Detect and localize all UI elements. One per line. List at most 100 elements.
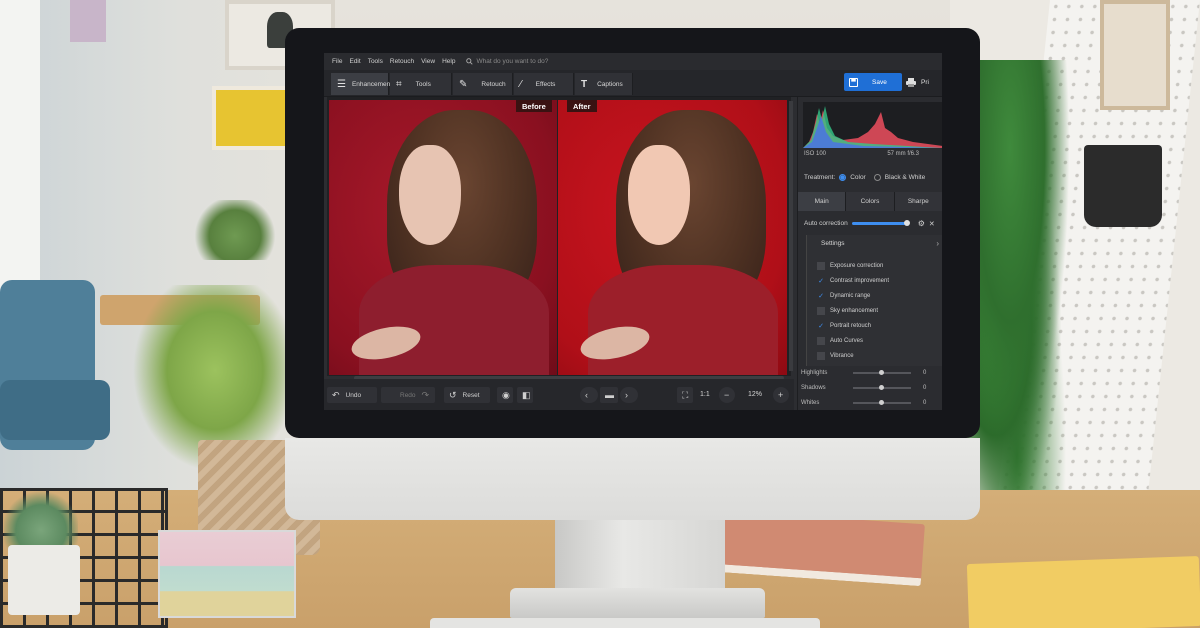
whites-value: 0 — [923, 400, 927, 406]
menu-view[interactable]: View — [421, 58, 435, 65]
next-photo-button[interactable]: › — [620, 387, 638, 403]
undo-button[interactable]: ↶ Undo — [327, 387, 377, 403]
zoom-in-button[interactable]: + — [773, 387, 789, 403]
succulent-pot — [8, 545, 80, 615]
menu-edit[interactable]: Edit — [349, 58, 360, 65]
setting-label: Portrait retouch — [830, 323, 872, 329]
menu-help[interactable]: Help — [442, 58, 455, 65]
tab-effects-label: Effects — [535, 80, 556, 88]
save-button[interactable]: Save — [844, 73, 902, 91]
tab-tools[interactable]: ⌗ Tools — [390, 73, 452, 95]
split-view-icon: ◧ — [522, 389, 531, 400]
setting-label: Contrast improvement — [830, 278, 890, 284]
plus-icon: + — [778, 390, 784, 400]
whites-label: Whites — [801, 400, 820, 406]
checkmark-icon[interactable]: ✓ — [817, 277, 825, 285]
bw-radio-label: Black & White — [884, 174, 926, 181]
tab-retouch-label: Retouch — [481, 80, 506, 88]
search-input[interactable]: What do you want to do? — [476, 58, 548, 65]
actual-size-button[interactable]: 1:1 — [700, 391, 710, 398]
photo-canvas[interactable]: Before After — [327, 97, 791, 376]
tab-main[interactable]: Main — [798, 192, 847, 211]
crop-icon: ⌗ — [396, 78, 402, 90]
open-folder-button[interactable]: ▬ — [600, 387, 618, 403]
tab-enhancement[interactable]: ☰ Enhancement — [331, 73, 392, 95]
print-label: Pri — [921, 78, 929, 86]
search-box[interactable]: What do you want to do? — [466, 58, 548, 65]
previous-photo-button[interactable]: ‹ — [580, 387, 598, 403]
text-icon: T — [581, 78, 588, 90]
setting-sky-enhancement[interactable]: Sky enhancement — [817, 307, 878, 315]
zoom-level: 12% — [748, 391, 763, 398]
main-toolbar: ☰ Enhancement ⌗ Tools ✎ Retouch ⁄ Effect… — [324, 70, 942, 97]
menu-retouch[interactable]: Retouch — [390, 58, 414, 65]
shadows-slider-row: Shadows 0 — [801, 385, 942, 391]
tab-effects[interactable]: ⁄ Effects — [514, 73, 574, 95]
menu-file[interactable]: File — [332, 58, 342, 65]
bottom-toolbar: ↶ Undo Redo ↷ ↺ Reset ◉ ◧ ‹ ▬ › ⛶ 1:1 − … — [324, 379, 794, 410]
hanging-pot — [1084, 145, 1162, 227]
auto-correction-label: Auto correction — [804, 220, 848, 227]
color-radio[interactable] — [839, 174, 847, 181]
print-button[interactable]: Pri — [906, 73, 929, 91]
zoom-out-button[interactable]: − — [719, 387, 735, 403]
bw-radio[interactable] — [873, 174, 881, 181]
checkmark-icon[interactable]: ✓ — [817, 322, 825, 330]
tab-sharpen[interactable]: Sharpe — [894, 192, 942, 211]
menu-tools[interactable]: Tools — [368, 58, 383, 65]
tab-captions-label: Captions — [597, 80, 623, 88]
fit-to-screen-button[interactable]: ⛶ — [677, 387, 693, 403]
sliders-icon: ☰ — [337, 78, 346, 90]
reset-button[interactable]: ↺ Reset — [444, 387, 490, 403]
fit-screen-icon: ⛶ — [682, 389, 689, 400]
magic-wand-icon: ⁄ — [520, 78, 522, 90]
blue-chair-seat — [0, 380, 110, 440]
setting-dynamic-range[interactable]: ✓ Dynamic range — [817, 292, 870, 300]
shadows-slider[interactable] — [853, 385, 911, 390]
close-icon[interactable]: ✕ — [929, 220, 935, 228]
after-photo — [558, 100, 787, 375]
preview-eye-button[interactable]: ◉ — [497, 387, 513, 403]
compare-split-button[interactable]: ◧ — [517, 387, 533, 403]
redo-icon: ↷ — [421, 389, 430, 400]
checkbox[interactable] — [817, 337, 825, 345]
adjustments-panel: ISO 100 57 mm f/6.3 Treatment: Color Bla… — [797, 97, 942, 410]
wall-note — [70, 0, 106, 42]
panel-tabs: Main Colors Sharpe — [798, 192, 942, 211]
highlights-slider-row: Highlights 0 — [801, 370, 942, 376]
save-label: Save — [872, 78, 887, 86]
gear-icon[interactable]: ⚙ — [918, 219, 925, 228]
portrait-sweater — [588, 265, 778, 375]
setting-portrait-retouch[interactable]: ✓ Portrait retouch — [817, 322, 871, 330]
histogram — [803, 102, 942, 148]
tab-retouch[interactable]: ✎ Retouch — [453, 73, 513, 95]
chevron-right-icon[interactable]: › — [936, 239, 939, 248]
tab-colors[interactable]: Colors — [846, 192, 895, 211]
setting-auto-curves[interactable]: Auto Curves — [817, 337, 863, 345]
checkbox[interactable] — [817, 262, 825, 270]
whites-slider-row: Whites 0 — [801, 400, 942, 406]
whites-slider[interactable] — [853, 400, 911, 405]
yellow-wall-sign — [212, 86, 290, 150]
histogram-graph — [803, 106, 942, 148]
before-photo — [329, 100, 557, 375]
redo-button[interactable]: Redo ↷ — [381, 387, 435, 403]
checkbox[interactable] — [817, 307, 825, 315]
lens-value: 57 mm f/6.3 — [887, 151, 919, 157]
setting-label: Sky enhancement — [830, 308, 879, 314]
shelf-plant — [190, 200, 280, 260]
vertical-scrollbar[interactable] — [789, 101, 793, 371]
settings-title[interactable]: Settings — [821, 240, 845, 247]
tab-captions[interactable]: T Captions — [575, 73, 633, 95]
setting-vibrance[interactable]: Vibrance — [817, 352, 854, 360]
reset-label: Reset — [462, 391, 480, 399]
checkbox[interactable] — [817, 352, 825, 360]
setting-contrast-improvement[interactable]: ✓ Contrast improvement — [817, 277, 889, 285]
checkmark-icon[interactable]: ✓ — [817, 292, 825, 300]
setting-exposure-correction[interactable]: Exposure correction — [817, 262, 883, 270]
setting-label: Exposure correction — [830, 263, 884, 269]
settings-group: Settings › Exposure correction ✓ Contras… — [806, 235, 942, 366]
highlights-slider[interactable] — [853, 370, 911, 375]
auto-correction-slider[interactable] — [851, 220, 910, 226]
keyboard — [430, 618, 820, 628]
